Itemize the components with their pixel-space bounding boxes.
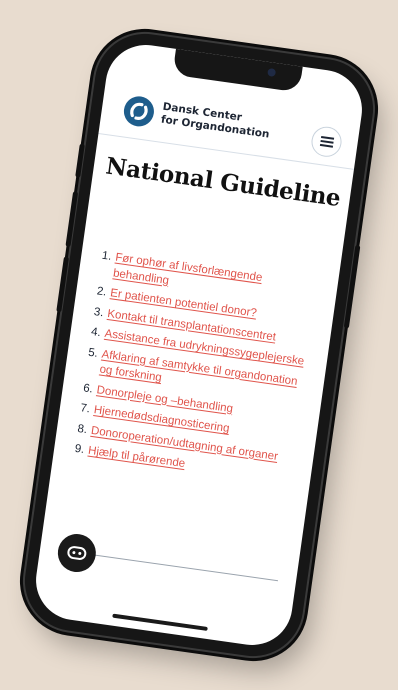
list-number: 8. <box>76 422 88 436</box>
phone-frame: Dansk Center for Organdonation National … <box>18 27 380 663</box>
list-number: 3. <box>93 305 105 319</box>
brand-name[interactable]: Dansk Center for Organdonation <box>160 101 272 142</box>
list-number: 9. <box>73 442 86 456</box>
camera-icon <box>267 67 277 77</box>
list-number: 2. <box>96 285 108 299</box>
list-number: 4. <box>90 325 102 340</box>
phone-notch <box>172 46 304 93</box>
logo-swirl-icon <box>130 102 148 120</box>
hamburger-icon <box>319 133 334 150</box>
phone-volume-up-button <box>65 190 79 248</box>
list-number: 7. <box>79 402 91 416</box>
chat-button[interactable] <box>55 531 99 575</box>
phone-screen: Dansk Center for Organdonation National … <box>30 39 368 651</box>
phone-volume-down-button <box>56 256 69 313</box>
content-divider <box>79 552 279 582</box>
phone-silent-switch <box>75 143 85 178</box>
menu-button[interactable] <box>309 124 344 159</box>
home-indicator[interactable] <box>112 613 208 631</box>
phone-power-button <box>343 244 361 329</box>
list-number: 6. <box>82 381 94 396</box>
guideline-toc: 1. Før ophør af livsforlængende behandli… <box>67 248 319 493</box>
logo-icon[interactable] <box>121 94 156 129</box>
chat-icon <box>67 546 87 560</box>
